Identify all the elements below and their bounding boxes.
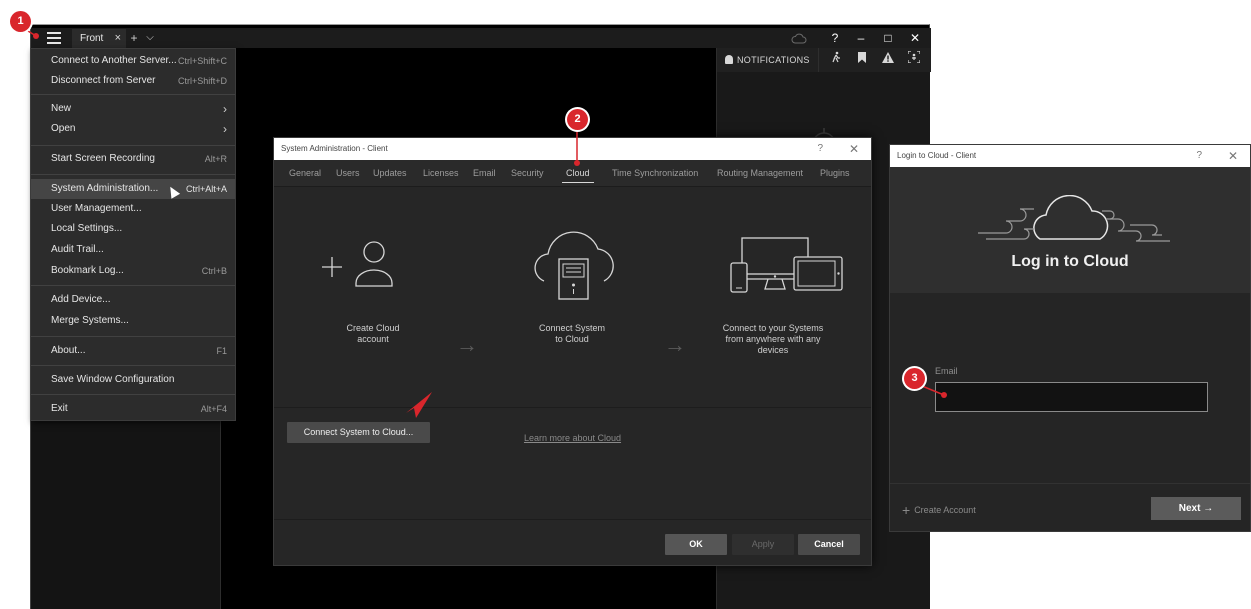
callout-badge-1: 1 <box>10 11 31 32</box>
callout-badge-3: 3 <box>904 368 925 389</box>
callout-badge-2: 2 <box>567 109 588 130</box>
callout-dot <box>941 392 947 398</box>
callout-dot <box>33 33 39 39</box>
annotation-lines <box>19 25 945 418</box>
callout-dot <box>574 160 580 166</box>
red-arrow-icon <box>406 392 432 418</box>
